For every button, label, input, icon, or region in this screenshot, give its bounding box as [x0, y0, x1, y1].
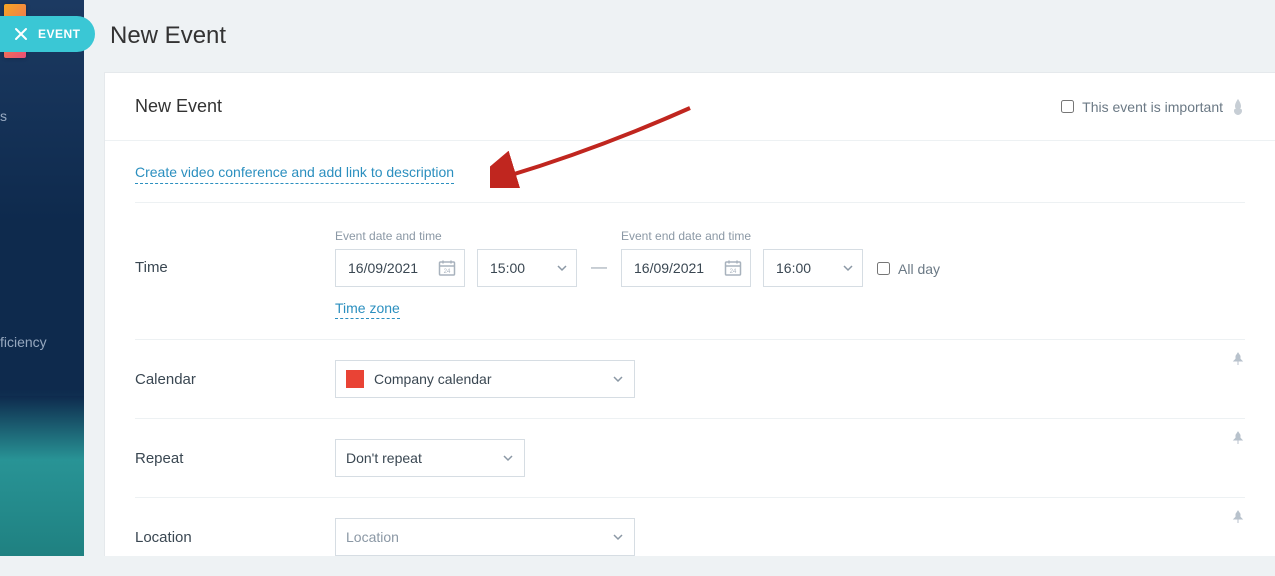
all-day-checkbox[interactable] [877, 262, 890, 275]
create-video-link[interactable]: Create video conference and add link to … [135, 163, 454, 184]
close-icon[interactable] [14, 27, 28, 41]
start-date-value: 16/09/2021 [348, 260, 418, 276]
end-date-input[interactable]: 16/09/2021 24 [621, 249, 751, 287]
pin-icon[interactable] [1231, 352, 1245, 366]
panel-header: New Event This event is important [105, 73, 1275, 141]
time-row-label: Time [135, 229, 335, 276]
calendar-select[interactable]: Company calendar [335, 360, 635, 398]
start-time-value: 15:00 [490, 260, 525, 276]
start-datetime-label: Event date and time [335, 229, 577, 243]
end-time-value: 16:00 [776, 260, 811, 276]
repeat-row: Repeat Don't repeat [135, 419, 1245, 498]
location-row-label: Location [135, 529, 335, 546]
calendar-icon: 24 [724, 259, 742, 277]
timezone-link[interactable]: Time zone [335, 299, 400, 320]
event-tab-label: EVENT [38, 27, 81, 41]
time-row: Time Event date and time 16/09/2021 [135, 203, 1245, 341]
time-range-dash: — [577, 259, 621, 287]
event-form-panel: New Event This event is important Create… [104, 72, 1275, 556]
page-title: New Event [110, 22, 226, 50]
location-placeholder: Location [346, 529, 399, 545]
sidebar-background-image [0, 396, 84, 556]
chevron-down-icon [502, 452, 514, 464]
chevron-down-icon [842, 262, 854, 274]
flame-icon [1231, 99, 1245, 115]
chevron-down-icon [612, 373, 624, 385]
end-date-value: 16/09/2021 [634, 260, 704, 276]
video-conference-row: Create video conference and add link to … [135, 141, 1245, 203]
sidebar-item-fragment: s [0, 108, 84, 124]
calendar-icon: 24 [438, 259, 456, 277]
important-checkbox[interactable] [1061, 100, 1074, 113]
event-tab-pill[interactable]: EVENT [0, 16, 95, 52]
pin-icon[interactable] [1231, 431, 1245, 445]
start-time-select[interactable]: 15:00 [477, 249, 577, 287]
repeat-selected-value: Don't repeat [346, 450, 422, 466]
all-day-toggle[interactable]: All day [877, 261, 940, 287]
page-header: New Event [84, 0, 1275, 72]
chevron-down-icon [556, 262, 568, 274]
end-time-select[interactable]: 16:00 [763, 249, 863, 287]
app-sidebar: s ficiency [0, 0, 84, 556]
all-day-label: All day [898, 261, 940, 277]
svg-text:24: 24 [730, 269, 737, 275]
calendar-row: Calendar Company calendar [135, 340, 1245, 419]
repeat-select[interactable]: Don't repeat [335, 439, 525, 477]
svg-text:24: 24 [444, 269, 451, 275]
end-datetime-label: Event end date and time [621, 229, 863, 243]
calendar-selected-value: Company calendar [374, 371, 492, 387]
location-select[interactable]: Location [335, 518, 635, 556]
panel-title: New Event [135, 96, 1061, 117]
chevron-down-icon [612, 531, 624, 543]
calendar-row-label: Calendar [135, 371, 335, 388]
important-label: This event is important [1082, 99, 1223, 115]
repeat-row-label: Repeat [135, 450, 335, 467]
sidebar-item-fragment: ficiency [0, 334, 84, 350]
calendar-color-swatch [346, 370, 364, 388]
pin-icon[interactable] [1231, 510, 1245, 524]
start-date-input[interactable]: 16/09/2021 24 [335, 249, 465, 287]
location-row: Location Location [135, 498, 1245, 576]
important-toggle[interactable]: This event is important [1061, 99, 1245, 115]
